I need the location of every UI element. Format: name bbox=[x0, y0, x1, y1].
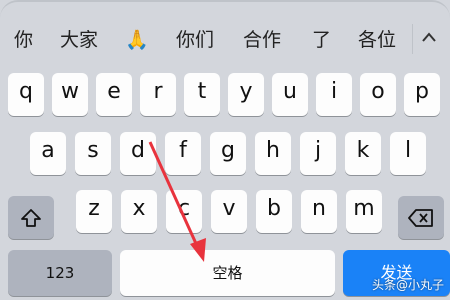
backspace-icon bbox=[408, 208, 433, 227]
key-r[interactable]: r bbox=[140, 73, 176, 116]
candidate-word[interactable]: 大家 bbox=[60, 26, 98, 54]
key-v[interactable]: v bbox=[211, 190, 247, 233]
candidate-word[interactable]: 合作 bbox=[243, 26, 281, 54]
key-q[interactable]: q bbox=[8, 73, 44, 116]
shift-key[interactable] bbox=[8, 196, 54, 239]
key-c[interactable]: c bbox=[166, 190, 202, 233]
key-x[interactable]: x bbox=[121, 190, 157, 233]
key-o[interactable]: o bbox=[360, 73, 396, 116]
key-i[interactable]: i bbox=[316, 73, 352, 116]
key-z[interactable]: z bbox=[76, 190, 112, 233]
chevron-up-icon bbox=[422, 32, 436, 42]
key-e[interactable]: e bbox=[96, 73, 132, 116]
key-m[interactable]: m bbox=[346, 190, 382, 233]
candidate-word[interactable]: 🙏 bbox=[125, 26, 149, 54]
key-y[interactable]: y bbox=[228, 73, 264, 116]
numbers-key[interactable]: 123 bbox=[8, 250, 112, 296]
key-a[interactable]: a bbox=[30, 132, 66, 175]
key-w[interactable]: w bbox=[52, 73, 88, 116]
key-s[interactable]: s bbox=[75, 132, 111, 175]
candidate-word[interactable]: 各位 bbox=[358, 26, 396, 54]
watermark: 头条@小丸子 bbox=[372, 278, 445, 292]
key-t[interactable]: t bbox=[184, 73, 220, 116]
key-k[interactable]: k bbox=[345, 132, 381, 175]
key-j[interactable]: j bbox=[300, 132, 336, 175]
delete-key[interactable] bbox=[398, 196, 444, 239]
key-n[interactable]: n bbox=[301, 190, 337, 233]
candidate-word[interactable]: 你 bbox=[14, 26, 33, 54]
key-b[interactable]: b bbox=[256, 190, 292, 233]
candidate-word[interactable]: 了 bbox=[312, 26, 331, 54]
candidate-word[interactable]: 你们 bbox=[176, 26, 214, 54]
key-p[interactable]: p bbox=[404, 73, 440, 116]
key-l[interactable]: l bbox=[390, 132, 426, 175]
key-g[interactable]: g bbox=[210, 132, 246, 175]
shift-icon bbox=[21, 208, 41, 227]
key-d[interactable]: d bbox=[120, 132, 156, 175]
key-h[interactable]: h bbox=[255, 132, 291, 175]
candidate-bar-border bbox=[0, 0, 450, 18]
key-f[interactable]: f bbox=[165, 132, 201, 175]
collapse-keyboard-button[interactable] bbox=[412, 24, 442, 54]
candidate-bar: 你大家 🙏 你们 合作 了各位 bbox=[0, 0, 450, 60]
key-u[interactable]: u bbox=[272, 73, 308, 116]
space-key[interactable]: 空格 bbox=[120, 250, 335, 296]
